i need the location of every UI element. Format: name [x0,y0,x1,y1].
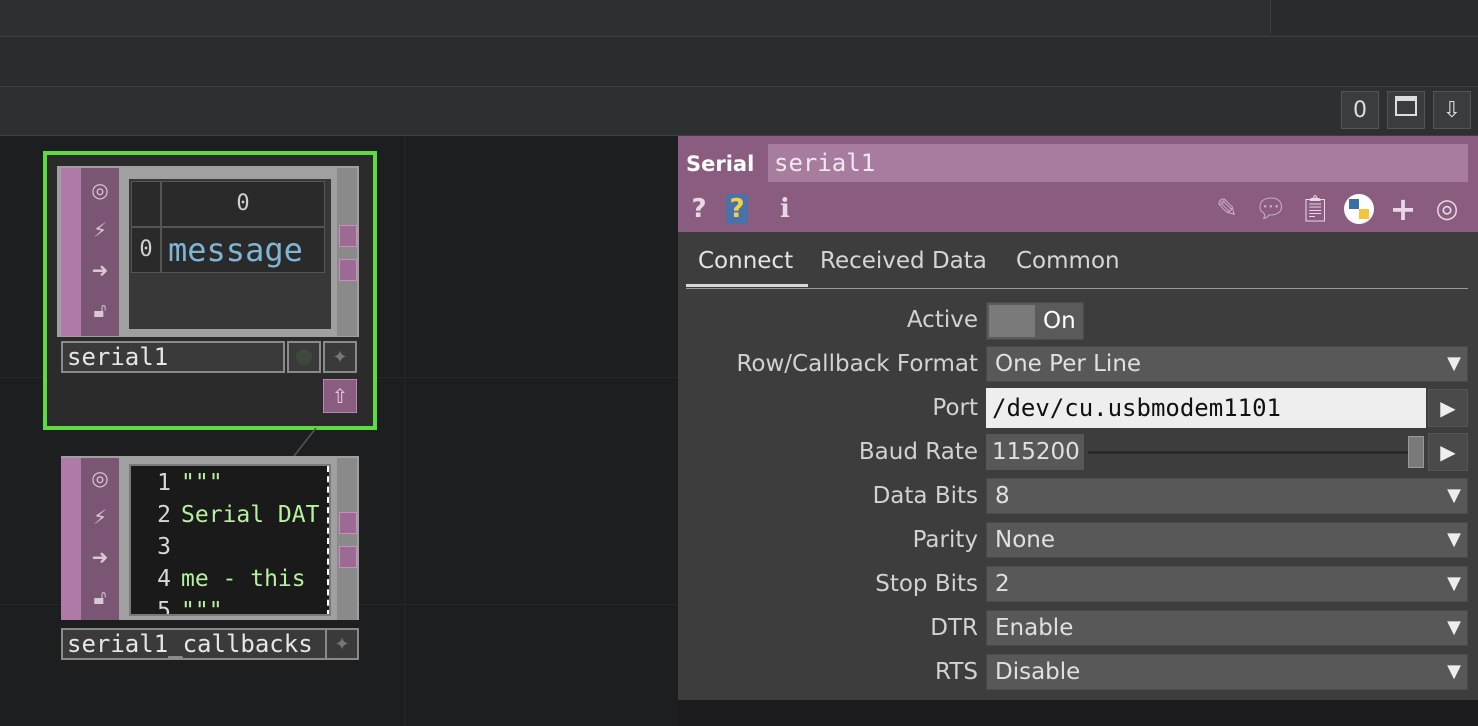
code-viewer: 1 """ 2 Serial DAT 3 4 me - this 5 """ [129,464,331,616]
parameter-panel: Serial serial1 ? ? i ✎ 💬︎ 📋︎ + ◎ Connect… [678,136,1478,700]
panel-header: Serial serial1 ? ? i ✎ 💬︎ 📋︎ + ◎ [678,136,1478,232]
tabs-divider [686,288,1468,289]
node-connection-wire [293,427,317,457]
serial1-callbacks-node[interactable]: ◎ ⚡ ➜ 🔓︎ 1 """ 2 Serial DAT 3 4 me - this 5… [61,456,361,666]
bypass-icon[interactable]: ⚡ [81,211,119,249]
network-editor[interactable]: ◎ ⚡ ➜ 🔓︎ 0 0 message serial1 ✦ ⇧ ◎ ⚡ ➜ 🔓… [0,136,678,726]
add-icon[interactable]: + [1386,190,1420,228]
active-toggle[interactable]: On [986,302,1084,340]
stop-bits-menu[interactable]: 2 ▼ [986,566,1468,602]
export-arrow-icon[interactable]: ➜ [81,251,119,289]
display-flag-icon[interactable]: ✦ [325,628,359,660]
target-icon[interactable]: ◎ [1430,190,1464,228]
output-port-1[interactable] [339,512,357,534]
tab-connect[interactable]: Connect [698,248,793,274]
operator-type-label: Serial [686,152,755,176]
dtr-label: DTR [930,615,978,641]
lock-icon[interactable]: 🔓︎ [81,291,119,329]
port-input[interactable]: /dev/cu.usbmodem1101 [986,388,1426,428]
info-icon[interactable]: i [768,190,802,228]
baud-rate-slider-handle[interactable] [1408,436,1424,468]
chevron-down-icon: ▼ [1447,617,1461,638]
top-menu-bar [0,0,1478,37]
row-format-menu[interactable]: One Per Line ▼ [986,346,1468,382]
active-label: Active [906,307,978,333]
chevron-down-icon: ▼ [1447,485,1461,506]
data-bits-menu[interactable]: 8 ▼ [986,478,1468,514]
parity-menu[interactable]: None ▼ [986,522,1468,558]
code-line: 1 """ [157,470,223,496]
text-cursor-edge [327,466,329,614]
counter-button[interactable]: 0 [1341,91,1379,129]
clipboard-icon[interactable]: 📋︎ [1298,190,1332,228]
dtr-menu[interactable]: Enable ▼ [986,610,1468,646]
node-name-label[interactable]: serial1_callbacks [61,628,359,660]
chevron-down-icon: ▼ [1447,573,1461,594]
node-name-label[interactable]: serial1 [61,341,285,373]
code-line: 2 Serial DAT [157,502,320,528]
stop-bits-label: Stop Bits [875,571,978,597]
export-arrow-icon[interactable]: ➜ [81,538,119,576]
operator-name-field[interactable]: serial1 [768,144,1468,182]
active-toggle-value: On [1043,308,1076,334]
port-label: Port [932,395,978,421]
viewer-active-flag-icon[interactable] [287,341,321,373]
table-row-value: message [161,227,325,273]
help-icon[interactable]: ? [682,190,716,228]
table-row-index: 0 [131,227,161,273]
rts-menu[interactable]: Disable ▼ [986,654,1468,690]
tab-active-underline [686,284,808,287]
output-port-1[interactable] [339,225,357,247]
chevron-down-icon: ▼ [1447,661,1461,682]
cook-icon[interactable]: ◎ [81,459,119,497]
cook-icon[interactable]: ◎ [81,171,119,209]
tab-received-data[interactable]: Received Data [820,248,987,274]
baud-rate-label: Baud Rate [858,439,978,465]
row-format-label: Row/Callback Format [736,351,978,377]
chevron-down-icon: ▼ [1447,353,1461,374]
code-line: 4 me - this [157,566,306,592]
top-right-field[interactable] [1270,0,1478,34]
output-port-2[interactable] [339,546,357,568]
code-line: 5 """ [157,598,223,616]
chevron-down-icon: ▼ [1447,529,1461,550]
lock-icon[interactable]: 🔓︎ [81,578,119,616]
baud-rate-slider-track[interactable] [1088,451,1422,454]
maximize-icon[interactable] [1387,91,1425,129]
comment-icon[interactable]: 💬︎ [1254,190,1288,228]
download-icon[interactable]: ⇩ [1433,91,1471,129]
edit-pencil-icon[interactable]: ✎ [1210,190,1244,228]
code-line: 3 [157,534,171,560]
parity-label: Parity [912,527,978,553]
bypass-icon[interactable]: ⚡ [81,498,119,536]
data-bits-label: Data Bits [872,483,978,509]
python-icon[interactable] [1342,190,1376,228]
baud-rate-play-icon[interactable]: ▶ [1428,433,1468,471]
path-bar [0,37,1478,87]
display-flag-icon[interactable]: ✦ [323,341,357,373]
network-toolbar [0,87,1478,136]
baud-rate-field[interactable]: 115200 [986,434,1084,470]
upload-arrow-icon[interactable]: ⇧ [323,379,357,413]
tab-common[interactable]: Common [1016,248,1120,274]
rts-label: RTS [935,659,978,685]
port-play-icon[interactable]: ▶ [1428,389,1468,427]
table-corner-cell [131,181,161,227]
table-column-header: 0 [161,181,325,227]
python-help-icon[interactable]: ? [720,190,754,228]
serial1-node[interactable]: ◎ ⚡ ➜ 🔓︎ 0 0 message serial1 ✦ ⇧ [43,151,377,430]
output-port-2[interactable] [339,259,357,281]
